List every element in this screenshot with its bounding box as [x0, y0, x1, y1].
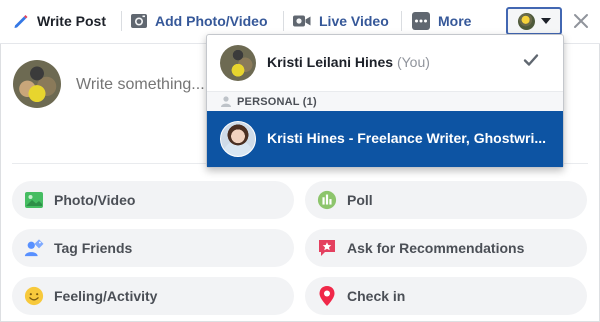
dropdown-item-personal-profile[interactable]: Kristi Leilani Hines (You) — [207, 35, 563, 91]
post-as-dropdown: Kristi Leilani Hines (You) PERSONAL (1) … — [206, 34, 564, 168]
section-header-personal: PERSONAL (1) — [207, 91, 563, 111]
checkmark-icon — [523, 53, 539, 72]
tab-divider — [283, 11, 284, 31]
smiley-icon — [24, 286, 44, 306]
section-header-label: PERSONAL (1) — [237, 95, 317, 108]
avatar — [220, 45, 256, 81]
ask-for-recommendations-button[interactable]: Ask for Recommendations — [305, 229, 587, 267]
you-indicator: (You) — [396, 54, 430, 70]
video-camera-icon — [292, 13, 312, 29]
dropdown-item-name: Kristi Leilani Hines (You) — [267, 54, 430, 70]
recommendation-icon — [317, 238, 337, 258]
photo-video-button[interactable]: Photo/Video — [12, 181, 294, 219]
close-icon — [574, 14, 588, 28]
poll-label: Poll — [347, 192, 373, 208]
close-button[interactable] — [570, 10, 592, 32]
tab-live-video-label: Live Video — [319, 13, 389, 29]
user-avatar — [13, 60, 61, 108]
tag-friends-icon — [24, 238, 44, 258]
ask-for-recommendations-label: Ask for Recommendations — [347, 240, 525, 256]
tag-friends-button[interactable]: Tag Friends — [12, 229, 294, 267]
avatar — [220, 121, 256, 157]
tab-divider — [121, 11, 122, 31]
tab-more-label: More — [438, 13, 472, 29]
check-in-label: Check in — [347, 288, 406, 304]
post-as-selector-button[interactable] — [506, 7, 562, 35]
write-something-input[interactable] — [76, 74, 216, 96]
photo-video-label: Photo/Video — [54, 192, 136, 208]
tab-write-post[interactable]: Write Post — [12, 0, 106, 42]
more-dots-icon — [411, 11, 431, 31]
location-pin-icon — [317, 286, 337, 306]
person-icon — [221, 96, 231, 107]
feeling-activity-button[interactable]: Feeling/Activity — [12, 277, 294, 315]
check-in-button[interactable]: Check in — [305, 277, 587, 315]
camera-icon — [130, 12, 148, 30]
tab-add-photo-video-label: Add Photo/Video — [155, 13, 268, 29]
dropdown-item-name: Kristi Hines - Freelance Writer, Ghostwr… — [267, 130, 547, 146]
tab-divider — [401, 11, 402, 31]
tab-write-post-label: Write Post — [37, 13, 106, 29]
dropdown-item-page[interactable]: Kristi Hines - Freelance Writer, Ghostwr… — [207, 111, 563, 167]
chevron-down-icon — [540, 18, 551, 24]
photo-icon — [24, 190, 44, 210]
avatar — [517, 12, 535, 30]
pencil-icon — [12, 12, 30, 30]
poll-button[interactable]: Poll — [305, 181, 587, 219]
feeling-activity-label: Feeling/Activity — [54, 288, 158, 304]
tag-friends-label: Tag Friends — [54, 240, 133, 256]
poll-icon — [317, 190, 337, 210]
